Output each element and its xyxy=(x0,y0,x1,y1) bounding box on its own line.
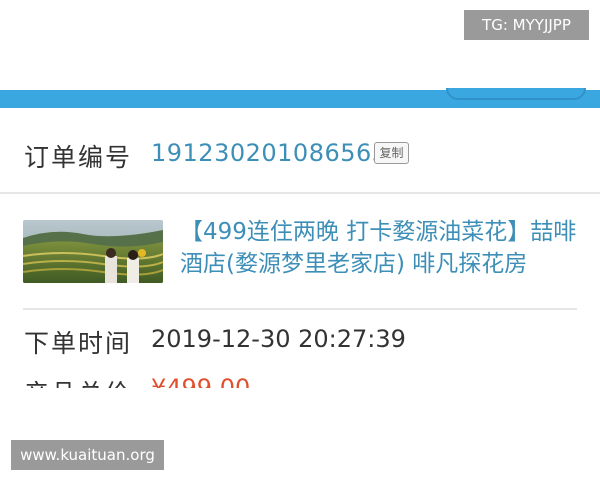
order-time-value: 2019-12-30 20:27:39 xyxy=(151,325,406,353)
order-time-row: 下单时间 2019-12-30 20:27:39 xyxy=(0,312,600,372)
site-watermark: www.kuaituan.org xyxy=(11,440,164,470)
order-number-label: 订单编号 xyxy=(24,143,133,172)
total-price-row: 产品总价 ¥499.00 xyxy=(0,368,600,388)
tg-watermark-badge: TG: MYYJJPP xyxy=(464,10,589,40)
order-time-label: 下单时间 xyxy=(24,329,133,358)
order-number-value: 191230201086563 xyxy=(151,139,388,167)
product-title[interactable]: 【499连住两晚 打卡婺源油菜花】喆啡酒店(婺源梦里老家店) 啡凡探花房 xyxy=(180,216,580,280)
copy-button[interactable]: 复制 xyxy=(374,142,409,164)
product-thumbnail[interactable] xyxy=(23,220,163,283)
product-row[interactable]: 【499连住两晚 打卡婺源油菜花】喆啡酒店(婺源梦里老家店) 啡凡探花房 xyxy=(0,194,600,310)
order-number-row: 订单编号 191230201086563 复制 xyxy=(0,108,600,194)
order-detail-page: TG: MYYJJPP 订单编号 191230201086563 复制 【499… xyxy=(0,0,600,480)
header-tab-shape xyxy=(446,88,586,100)
total-price-label: 产品总价 xyxy=(24,374,132,388)
total-price-value: ¥499.00 xyxy=(151,374,251,388)
section-divider xyxy=(23,308,577,310)
product-photo-icon xyxy=(23,220,163,283)
